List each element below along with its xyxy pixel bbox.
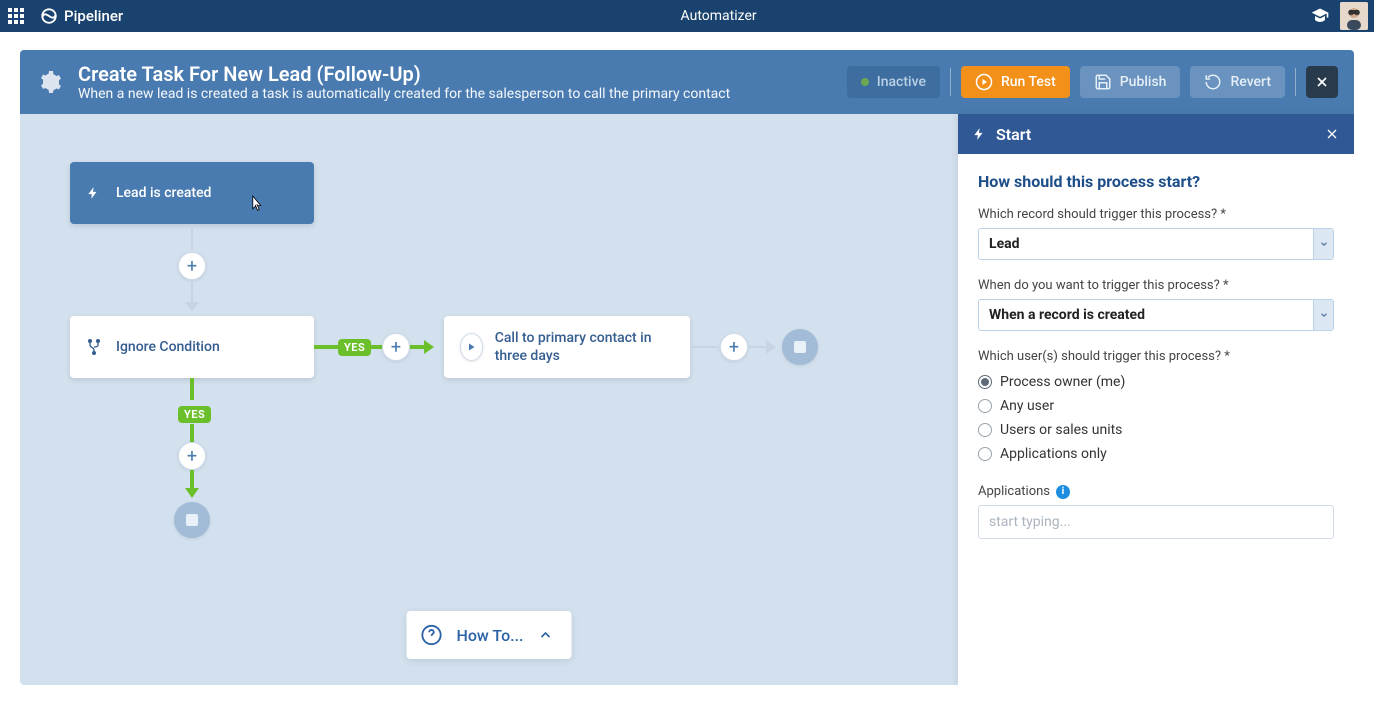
add-step-button-right-2[interactable]: +: [720, 333, 748, 361]
apps-grid-icon[interactable]: [0, 0, 32, 32]
end-node-down[interactable]: [174, 502, 210, 538]
radio-any-user[interactable]: Any user: [978, 394, 1334, 418]
app-logo[interactable]: Pipeliner: [32, 7, 131, 25]
radio-sales-units[interactable]: Users or sales units: [978, 418, 1334, 442]
when-label: When do you want to trigger this process…: [978, 278, 1334, 293]
applications-input[interactable]: [978, 505, 1334, 539]
radio-label: Users or sales units: [1000, 422, 1122, 438]
save-icon: [1094, 73, 1112, 91]
module-title: Automatizer: [131, 8, 1306, 24]
record-value: Lead: [979, 229, 1313, 259]
add-step-button-down[interactable]: +: [178, 442, 206, 470]
cursor-icon: [248, 194, 264, 214]
arrowhead-icon: [424, 340, 434, 354]
radio-icon: [978, 375, 992, 389]
connector: [368, 345, 382, 349]
help-circle-icon: [421, 624, 443, 646]
status-dot-icon: [861, 78, 869, 86]
connector: [690, 346, 718, 348]
connector: [314, 345, 338, 349]
details-panel: Start How should this process start? Whi…: [958, 114, 1354, 685]
status-text: Inactive: [877, 74, 926, 90]
yes-badge: YES: [338, 339, 371, 356]
connector: [191, 224, 193, 250]
arrowhead-icon: [185, 488, 199, 498]
process-subtitle: When a new lead is created a task is aut…: [78, 86, 833, 102]
header-separator: [950, 68, 951, 96]
header-separator-2: [1295, 68, 1296, 96]
gear-icon[interactable]: [36, 70, 64, 94]
close-button[interactable]: [1306, 66, 1338, 98]
publish-button: Publish: [1080, 66, 1181, 98]
end-node[interactable]: [782, 329, 818, 365]
when-value: When a record is created: [979, 300, 1313, 330]
chevron-up-icon: [538, 627, 554, 643]
record-select[interactable]: Lead: [978, 228, 1334, 260]
panel-close-icon[interactable]: [1324, 126, 1340, 142]
bolt-icon: [972, 125, 986, 143]
editor-header: Create Task For New Lead (Follow-Up) Whe…: [20, 50, 1354, 114]
chevron-down-icon: [1313, 300, 1333, 330]
how-to-button[interactable]: How To...: [407, 611, 572, 659]
action-label: Call to primary contact in three days: [495, 329, 674, 365]
help-graduation-icon[interactable]: [1306, 2, 1334, 30]
branch-icon: [86, 338, 104, 356]
connector: [190, 378, 194, 400]
add-step-button-right[interactable]: +: [382, 333, 410, 361]
radio-label: Applications only: [1000, 446, 1107, 462]
info-icon[interactable]: i: [1056, 485, 1070, 499]
add-step-button[interactable]: +: [178, 252, 206, 280]
user-avatar[interactable]: [1340, 2, 1368, 30]
connector: [410, 345, 424, 349]
status-inactive-button[interactable]: Inactive: [847, 66, 940, 98]
radio-label: Process owner (me): [1000, 374, 1125, 390]
publish-label: Publish: [1120, 74, 1167, 90]
trigger-node[interactable]: Lead is created: [70, 162, 314, 224]
flow-canvas[interactable]: Lead is created + Ignore Condition YES +: [20, 114, 958, 685]
radio-icon: [978, 423, 992, 437]
trigger-label: Lead is created: [116, 185, 211, 201]
radio-process-owner[interactable]: Process owner (me): [978, 370, 1334, 394]
editor-frame: Create Task For New Lead (Follow-Up) Whe…: [20, 50, 1354, 685]
panel-title: Start: [996, 125, 1031, 144]
connector: [190, 424, 194, 442]
condition-label: Ignore Condition: [116, 339, 220, 355]
bolt-icon: [86, 184, 104, 202]
condition-node[interactable]: Ignore Condition: [70, 316, 314, 378]
connector: [190, 470, 194, 488]
arrowhead-icon: [185, 302, 199, 312]
process-title: Create Task For New Lead (Follow-Up): [78, 62, 833, 86]
connector: [748, 346, 766, 348]
top-bar: Pipeliner Automatizer: [0, 0, 1374, 32]
connector: [191, 280, 193, 302]
user-label: Which user(s) should trigger this proces…: [978, 349, 1334, 364]
revert-label: Revert: [1230, 74, 1271, 90]
yes-badge: YES: [178, 406, 211, 423]
close-icon: [1314, 74, 1330, 90]
panel-question: How should this process start?: [978, 172, 1334, 191]
revert-button: Revert: [1190, 66, 1285, 98]
applications-label: Applications: [978, 484, 1050, 499]
chevron-down-icon: [1313, 229, 1333, 259]
radio-label: Any user: [1000, 398, 1054, 414]
app-name: Pipeliner: [64, 7, 123, 25]
how-to-label: How To...: [457, 626, 524, 645]
play-icon: [460, 333, 483, 361]
run-test-button[interactable]: Run Test: [961, 66, 1070, 98]
radio-applications-only[interactable]: Applications only: [978, 442, 1334, 466]
play-circle-icon: [975, 73, 993, 91]
panel-header: Start: [958, 114, 1354, 154]
run-test-label: Run Test: [1001, 74, 1056, 90]
app-label: Applications i: [978, 484, 1334, 499]
arrowhead-icon: [766, 340, 776, 354]
panel-body: How should this process start? Which rec…: [958, 154, 1354, 557]
record-label: Which record should trigger this process…: [978, 207, 1334, 222]
radio-icon: [978, 399, 992, 413]
revert-icon: [1204, 73, 1222, 91]
action-node[interactable]: Call to primary contact in three days: [444, 316, 690, 378]
radio-icon: [978, 447, 992, 461]
when-select[interactable]: When a record is created: [978, 299, 1334, 331]
